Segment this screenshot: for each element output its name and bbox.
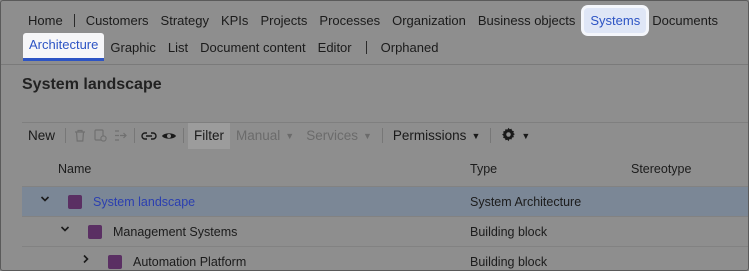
link-icon[interactable]	[139, 123, 159, 149]
column-header-stereotype[interactable]: Stereotype	[631, 162, 691, 176]
nav-item-business-objects[interactable]: Business objects	[472, 13, 582, 28]
caret-down-icon: ▼	[471, 130, 481, 141]
table-row[interactable]: System landscape System Architecture	[22, 186, 748, 216]
toolbar-separator	[183, 128, 185, 143]
caret-down-icon: ▼	[285, 130, 295, 141]
nav-separator	[73, 13, 75, 27]
item-type-icon	[68, 195, 82, 209]
move-icon[interactable]	[110, 123, 130, 149]
column-header-name[interactable]: Name	[58, 162, 91, 176]
table-row[interactable]: Management Systems Building block	[22, 216, 748, 246]
tab-architecture[interactable]: Architecture	[23, 33, 105, 61]
nav-item-kpis[interactable]: KPIs	[215, 13, 254, 28]
nav-item-home[interactable]: Home	[1, 13, 69, 28]
chevron-right-icon[interactable]	[81, 254, 91, 267]
services-label: Services	[306, 128, 358, 143]
permissions-dropdown[interactable]: Permissions ▼	[387, 123, 486, 149]
manual-dropdown[interactable]: Manual ▼	[230, 123, 300, 149]
row-name-link[interactable]: System landscape	[93, 195, 195, 209]
toolbar-separator	[381, 128, 383, 143]
nav-item-strategy[interactable]: Strategy	[155, 13, 215, 28]
permissions-label: Permissions	[392, 128, 467, 143]
row-type: Building block	[470, 255, 548, 269]
table-header: Name Type Stereotype	[22, 149, 748, 185]
chevron-down-icon[interactable]	[60, 224, 70, 237]
table-row[interactable]: Automation Platform Building block	[22, 246, 748, 270]
nav-item-customers[interactable]: Customers	[80, 13, 155, 28]
settings-dropdown[interactable]: ▼	[495, 123, 536, 149]
app-window: Home Customers Strategy KPIs Projects Pr…	[0, 0, 749, 271]
item-type-icon	[88, 225, 102, 239]
services-dropdown[interactable]: Services ▼	[300, 123, 378, 149]
row-name[interactable]: Automation Platform	[133, 255, 246, 269]
page-title: System landscape	[22, 76, 162, 93]
tab-graphic[interactable]: Graphic	[104, 40, 162, 55]
toolbar: New Filter Manual ▼ Services ▼ Permissions…	[22, 122, 748, 149]
eye-icon[interactable]	[159, 123, 179, 149]
manual-label: Manual	[236, 128, 281, 143]
nav-item-processes[interactable]: Processes	[313, 13, 386, 28]
nav-item-organization[interactable]: Organization	[386, 13, 472, 28]
nav-item-projects[interactable]: Projects	[254, 13, 313, 28]
filter-button[interactable]: Filter	[188, 122, 231, 149]
toolbar-separator	[490, 128, 492, 143]
item-type-icon	[108, 255, 122, 269]
new-button[interactable]: New	[22, 123, 61, 149]
caret-down-icon: ▼	[521, 130, 531, 141]
trash-icon[interactable]	[70, 123, 90, 149]
nav-divider	[1, 64, 748, 65]
row-name[interactable]: Management Systems	[113, 225, 237, 239]
caret-down-icon: ▼	[362, 130, 372, 141]
primary-nav: Home Customers Strategy KPIs Projects Pr…	[1, 7, 748, 33]
toolbar-separator	[65, 128, 67, 143]
toolbar-separator	[134, 128, 136, 143]
secondary-nav: Architecture Graphic List Document conte…	[1, 33, 748, 61]
nav-item-systems[interactable]: Systems	[584, 7, 647, 33]
tab-list[interactable]: List	[162, 40, 194, 55]
row-type: System Architecture	[470, 195, 582, 209]
tab-orphaned[interactable]: Orphaned	[375, 40, 445, 55]
tab-document-content[interactable]: Document content	[194, 40, 312, 55]
copy-icon[interactable]	[90, 123, 110, 149]
row-type: Building block	[470, 225, 548, 239]
gear-icon	[501, 127, 516, 145]
tab-editor[interactable]: Editor	[312, 40, 358, 55]
nav-separator	[365, 40, 367, 54]
chevron-down-icon[interactable]	[40, 194, 50, 207]
nav-item-documents[interactable]: Documents	[646, 13, 724, 28]
column-header-type[interactable]: Type	[470, 162, 497, 176]
